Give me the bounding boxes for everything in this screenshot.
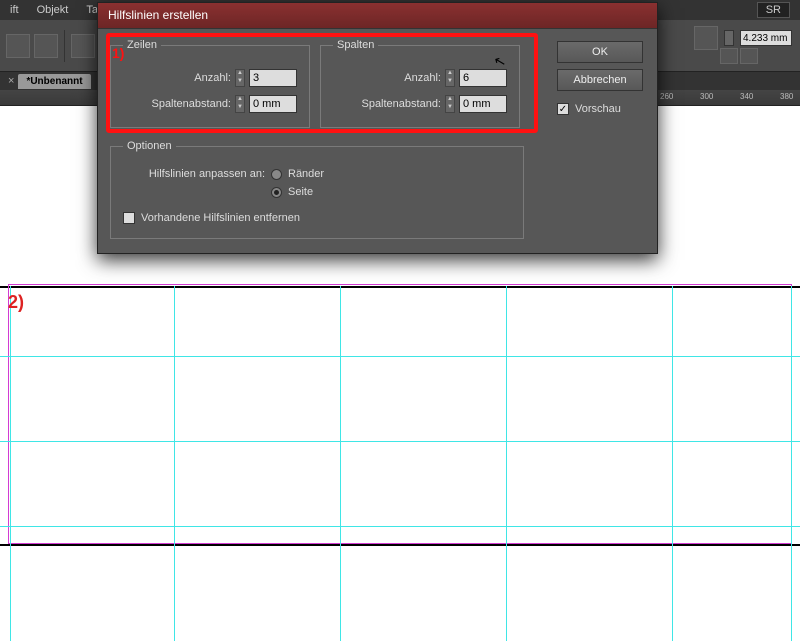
frame-fitting-icon[interactable] [694, 26, 718, 50]
tool-button[interactable] [740, 48, 758, 64]
close-tab-icon[interactable]: × [8, 75, 14, 87]
menu-item[interactable]: ift [10, 4, 19, 16]
separator [64, 30, 65, 62]
columns-count-input[interactable] [459, 69, 507, 87]
tool-button[interactable] [34, 34, 58, 58]
stepper-icon[interactable]: ▲▼ [445, 69, 455, 87]
ruler-mark: 260 [660, 92, 673, 101]
column-guide[interactable] [10, 286, 11, 641]
stepper-icon[interactable]: ▲▼ [235, 69, 245, 87]
columns-fieldset: Spalten Anzahl: ▲▼ Spaltenabstand: ▲▼ [320, 39, 520, 128]
rows-fieldset: Zeilen Anzahl: ▲▼ Spaltenabstand: ▲▼ [110, 39, 310, 128]
stepper-icon[interactable] [724, 30, 734, 46]
row-guide[interactable] [0, 441, 800, 442]
column-guide[interactable] [672, 286, 673, 641]
tool-button[interactable] [6, 34, 30, 58]
radio-page[interactable] [271, 187, 282, 198]
ruler-mark: 380 [780, 92, 793, 101]
remove-existing-checkbox[interactable] [123, 212, 135, 224]
radio-margins[interactable] [271, 169, 282, 180]
column-guide[interactable] [340, 286, 341, 641]
column-guide[interactable] [791, 286, 792, 641]
columns-gutter-label: Spaltenabstand: [361, 98, 441, 110]
radio-margins-label: Ränder [288, 168, 324, 180]
create-guides-dialog: Hilfslinien erstellen 1) Zeilen Anzahl: … [97, 2, 658, 254]
columns-gutter-input[interactable] [459, 95, 507, 113]
remove-existing-label: Vorhandene Hilfslinien entfernen [141, 212, 300, 224]
tool-button[interactable] [71, 34, 95, 58]
annotation-step1: 1) [112, 45, 124, 61]
dialog-title[interactable]: Hilfslinien erstellen [98, 3, 657, 29]
stepper-icon[interactable]: ▲▼ [445, 95, 455, 113]
margin-guide [8, 284, 792, 544]
rows-gutter-label: Spaltenabstand: [151, 98, 231, 110]
fit-guides-label: Hilfslinien anpassen an: [123, 168, 265, 180]
row-guide[interactable] [0, 526, 800, 527]
columns-legend: Spalten [333, 39, 378, 51]
workspace-switcher[interactable]: SR [757, 2, 790, 18]
cancel-button[interactable]: Abbrechen [557, 69, 643, 91]
rows-count-input[interactable] [249, 69, 297, 87]
preview-label: Vorschau [575, 103, 621, 115]
rows-gutter-input[interactable] [249, 95, 297, 113]
preview-checkbox[interactable]: ✓ [557, 103, 569, 115]
column-guide[interactable] [174, 286, 175, 641]
size-input[interactable] [740, 30, 792, 46]
ruler-mark: 340 [740, 92, 753, 101]
document-tab[interactable]: *Unbenannt [18, 74, 90, 89]
radio-page-label: Seite [288, 186, 313, 198]
menu-item[interactable]: Objekt [37, 4, 69, 16]
ruler-mark: 300 [700, 92, 713, 101]
column-guide[interactable] [506, 286, 507, 641]
tool-button[interactable] [720, 48, 738, 64]
rows-count-label: Anzahl: [194, 72, 231, 84]
annotation-step2: 2) [8, 292, 24, 313]
ok-button[interactable]: OK [557, 41, 643, 63]
rows-legend: Zeilen [123, 39, 161, 51]
row-guide[interactable] [0, 356, 800, 357]
options-legend: Optionen [123, 140, 176, 152]
options-fieldset: Optionen Hilfslinien anpassen an: Ränder… [110, 140, 524, 239]
stepper-icon[interactable]: ▲▼ [235, 95, 245, 113]
columns-count-label: Anzahl: [404, 72, 441, 84]
